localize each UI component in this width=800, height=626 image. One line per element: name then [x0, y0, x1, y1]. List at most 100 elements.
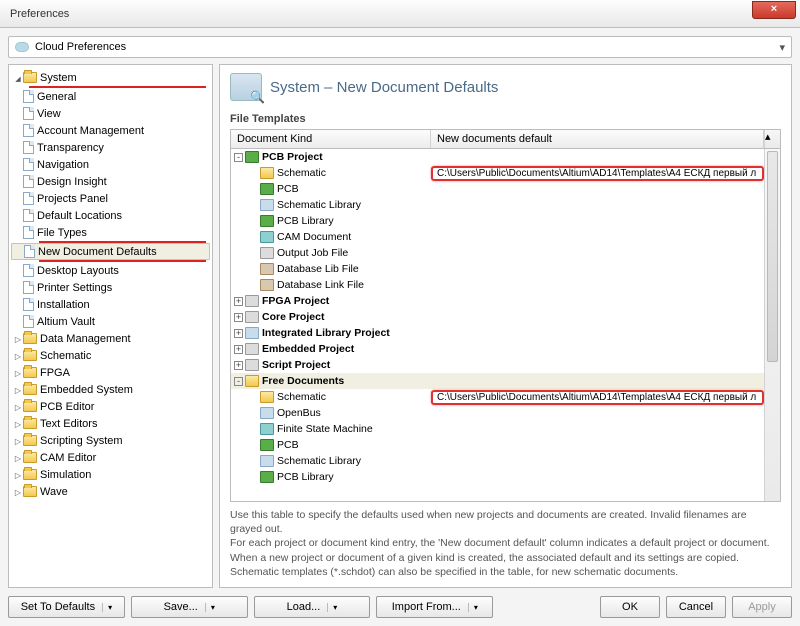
- column-new-doc-default[interactable]: New documents default: [431, 130, 764, 148]
- expand-icon[interactable]: +: [234, 297, 243, 306]
- tree-item-general[interactable]: General: [9, 88, 212, 105]
- cloud-icon: [15, 42, 29, 52]
- tree-item-default-locations[interactable]: Default Locations: [9, 207, 212, 224]
- grid-row-embedded-project[interactable]: +Embedded Project: [231, 341, 764, 357]
- apply-button[interactable]: Apply: [732, 596, 792, 618]
- tree-node-wave[interactable]: Wave: [9, 483, 212, 500]
- folder-icon: [23, 452, 37, 463]
- row-default-path[interactable]: C:\Users\Public\Documents\Altium\AD14\Te…: [431, 166, 764, 181]
- preferences-tree[interactable]: System General View Account Management Trans…: [8, 64, 213, 588]
- grid-row-pcb[interactable]: PCB: [231, 181, 764, 197]
- row-icon: [260, 183, 274, 195]
- close-button[interactable]: ×: [752, 1, 796, 19]
- row-name: Finite State Machine: [277, 423, 373, 435]
- tree-item-account-management[interactable]: Account Management: [9, 122, 212, 139]
- expand-icon[interactable]: +: [234, 345, 243, 354]
- grid-row-database-link-file[interactable]: Database Link File: [231, 277, 764, 293]
- row-icon: [260, 439, 274, 451]
- grid-row-schematic[interactable]: SchematicC:\Users\Public\Documents\Altiu…: [231, 165, 764, 181]
- tree-node-embedded-system[interactable]: Embedded System: [9, 381, 212, 398]
- tree-label: Installation: [37, 299, 90, 311]
- set-to-defaults-button[interactable]: Set To Defaults: [8, 596, 125, 618]
- grid-row-cam-document[interactable]: CAM Document: [231, 229, 764, 245]
- tree-node-cam-editor[interactable]: CAM Editor: [9, 449, 212, 466]
- tree-item-view[interactable]: View: [9, 105, 212, 122]
- row-name: Integrated Library Project: [262, 327, 390, 339]
- vertical-scrollbar[interactable]: [764, 149, 780, 501]
- expand-icon[interactable]: -: [234, 153, 243, 162]
- tree-node-data-management[interactable]: Data Management: [9, 330, 212, 347]
- tree-label: Altium Vault: [37, 316, 95, 328]
- tree-node-fpga[interactable]: FPGA: [9, 364, 212, 381]
- row-default-path[interactable]: C:\Users\Public\Documents\Altium\AD14\Te…: [431, 390, 764, 405]
- grid-row-output-job-file[interactable]: Output Job File: [231, 245, 764, 261]
- tree-node-system[interactable]: System: [9, 69, 212, 86]
- row-icon: [260, 455, 274, 467]
- save-button[interactable]: Save...: [131, 596, 248, 618]
- expand-icon[interactable]: -: [234, 377, 243, 386]
- tree-item-transparency[interactable]: Transparency: [9, 139, 212, 156]
- tree-item-projects-panel[interactable]: Projects Panel: [9, 190, 212, 207]
- tree-label: Navigation: [37, 159, 89, 171]
- tree-item-desktop-layouts[interactable]: Desktop Layouts: [9, 262, 212, 279]
- tree-item-file-types[interactable]: File Types: [9, 224, 212, 241]
- tree-node-text-editors[interactable]: Text Editors: [9, 415, 212, 432]
- tree-node-schematic[interactable]: Schematic: [9, 347, 212, 364]
- grid-row-finite-state-machine[interactable]: Finite State Machine: [231, 421, 764, 437]
- tree-label: Schematic: [40, 350, 91, 362]
- grid-row-database-lib-file[interactable]: Database Lib File: [231, 261, 764, 277]
- tree-item-new-document-defaults[interactable]: New Document Defaults: [11, 243, 210, 260]
- grid-row-core-project[interactable]: +Core Project: [231, 309, 764, 325]
- grid-row-script-project[interactable]: + Script Project: [231, 357, 764, 373]
- tree-label: CAM Editor: [40, 452, 96, 464]
- tree-node-scripting-system[interactable]: Scripting System: [9, 432, 212, 449]
- tree-label: View: [37, 108, 61, 120]
- file-templates-grid[interactable]: Document Kind New documents default ▴ -P…: [230, 129, 781, 502]
- cloud-label: Cloud Preferences: [35, 41, 126, 53]
- import-from-button[interactable]: Import From...: [376, 596, 493, 618]
- grid-row-schematic-library[interactable]: Schematic Library: [231, 453, 764, 469]
- tree-label: Account Management: [37, 125, 144, 137]
- row-name: PCB Library: [277, 471, 334, 483]
- tree-item-design-insight[interactable]: Design Insight: [9, 173, 212, 190]
- cancel-button[interactable]: Cancel: [666, 596, 726, 618]
- grid-row-openbus[interactable]: OpenBus: [231, 405, 764, 421]
- grid-row-schematic[interactable]: Schematic C:\Users\Public\Documents\Altiu…: [231, 389, 764, 405]
- tree-label: Embedded System: [40, 384, 133, 396]
- column-document-kind[interactable]: Document Kind: [231, 130, 431, 148]
- expand-icon[interactable]: +: [234, 361, 243, 370]
- folder-icon: [23, 384, 37, 395]
- folder-icon: [23, 367, 37, 378]
- tree-node-simulation[interactable]: Simulation: [9, 466, 212, 483]
- grid-row-pcb-project[interactable]: -PCB Project: [231, 149, 764, 165]
- grid-row-pcb-library[interactable]: PCB Library: [231, 213, 764, 229]
- tree-item-navigation[interactable]: Navigation: [9, 156, 212, 173]
- folder-icon: [23, 333, 37, 344]
- tree-label: PCB Editor: [40, 401, 94, 413]
- grid-row-pcb[interactable]: PCB: [231, 437, 764, 453]
- tree-label: Scripting System: [40, 435, 123, 447]
- expand-icon[interactable]: +: [234, 329, 243, 338]
- load-button[interactable]: Load...: [254, 596, 371, 618]
- page-icon: [23, 298, 34, 311]
- grid-row-pcb-library[interactable]: PCB Library: [231, 469, 764, 485]
- row-icon: [260, 231, 274, 243]
- row-name: OpenBus: [277, 407, 321, 419]
- row-name: Schematic: [277, 391, 326, 403]
- row-name: Script Project: [262, 359, 330, 371]
- expand-icon[interactable]: +: [234, 313, 243, 322]
- grid-row-schematic-library[interactable]: Schematic Library: [231, 197, 764, 213]
- tree-label: Simulation: [40, 469, 91, 481]
- tree-item-installation[interactable]: Installation: [9, 296, 212, 313]
- tree-node-pcb-editor[interactable]: PCB Editor: [9, 398, 212, 415]
- panel-icon: [230, 73, 262, 101]
- cloud-preferences-bar[interactable]: Cloud Preferences ▾: [8, 36, 792, 58]
- row-icon: [260, 391, 274, 403]
- ok-button[interactable]: OK: [600, 596, 660, 618]
- tree-item-altium-vault[interactable]: Altium Vault: [9, 313, 212, 330]
- tree-item-printer-settings[interactable]: Printer Settings: [9, 279, 212, 296]
- grid-row-free-documents[interactable]: -Free Documents: [231, 373, 764, 389]
- grid-row-integrated-library-project[interactable]: + Integrated Library Project: [231, 325, 764, 341]
- scrollbar-up[interactable]: ▴: [764, 130, 780, 148]
- grid-row-fpga-project[interactable]: +FPGA Project: [231, 293, 764, 309]
